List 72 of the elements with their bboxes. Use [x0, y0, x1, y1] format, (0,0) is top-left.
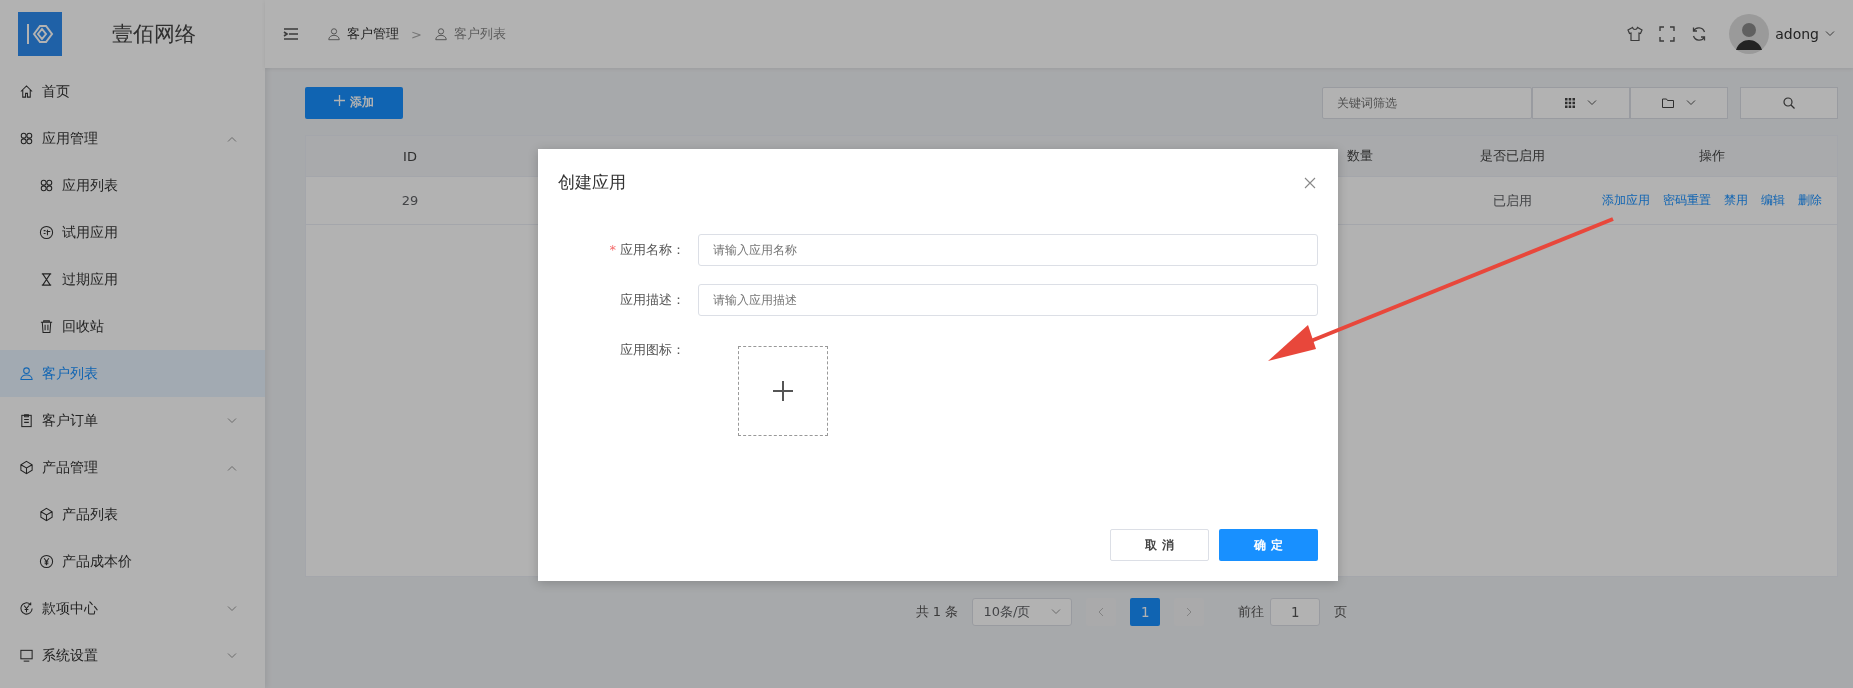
- trial-icon: [39, 225, 54, 240]
- shirt-icon[interactable]: [1627, 26, 1644, 42]
- column-header: 操作: [1698, 147, 1726, 165]
- cube-icon: [19, 460, 34, 475]
- sidebar-item[interactable]: 产品成本价: [0, 538, 265, 585]
- brand-name: 壹佰网络: [112, 21, 196, 48]
- column-header: 是否已启用: [1478, 147, 1546, 165]
- sidebar-item[interactable]: 应用列表: [0, 162, 265, 209]
- close-icon[interactable]: [1304, 176, 1316, 189]
- fullscreen-icon[interactable]: [1659, 26, 1676, 42]
- caret-icon: [1051, 609, 1061, 615]
- upload-area[interactable]: [738, 346, 828, 436]
- page-suffix: 页: [1334, 603, 1348, 621]
- chevron-left-icon: [1098, 607, 1105, 617]
- breadcrumb-item: 客户列表: [453, 25, 506, 43]
- search-field[interactable]: 关键词筛选: [1322, 86, 1532, 119]
- page-size-select[interactable]: 10条/页: [972, 598, 1073, 626]
- search-icon: [1783, 96, 1795, 109]
- field-label: 应用名称：: [620, 242, 685, 257]
- caret-icon: [1587, 99, 1597, 106]
- trash-icon: [39, 319, 54, 334]
- sidebar-item[interactable]: 首页: [0, 68, 265, 115]
- plus-icon: [773, 381, 793, 401]
- cube-icon: [39, 507, 54, 522]
- table-cell-text: 已启用: [1491, 191, 1533, 210]
- caret-icon: [1686, 99, 1696, 106]
- sidebar-item[interactable]: 试用应用: [0, 209, 265, 256]
- yencycle-icon: [19, 601, 34, 616]
- apps-icon: [19, 131, 34, 146]
- menu-icon[interactable]: [283, 27, 299, 41]
- input-field[interactable]: 请输入应用描述: [698, 284, 1318, 316]
- user-icon: [327, 27, 341, 41]
- sidebar-item[interactable]: 产品管理: [0, 444, 265, 491]
- caret-icon: [1825, 31, 1835, 37]
- user-icon: [19, 366, 34, 381]
- folder-icon: [1662, 97, 1674, 108]
- plus-icon: [334, 95, 346, 106]
- hourglass-icon: [39, 272, 54, 287]
- required-asterisk: *: [609, 242, 616, 257]
- clipboard-icon: [19, 413, 34, 428]
- user-icon: [433, 27, 448, 41]
- apps-icon: [39, 178, 54, 193]
- grid-icon: [1565, 97, 1575, 108]
- column-header: 数量: [1346, 147, 1374, 165]
- sidebar-item[interactable]: 款项中心: [0, 585, 265, 632]
- sidebar-item[interactable]: 客户订单: [0, 397, 265, 444]
- chevron-right-icon: [1186, 607, 1193, 617]
- sidebar-item[interactable]: 过期应用: [0, 256, 265, 303]
- breadcrumb-separator: >: [411, 26, 422, 42]
- sidebar-item[interactable]: 回收站: [0, 303, 265, 350]
- breadcrumb-item[interactable]: 客户管理: [347, 25, 399, 43]
- yen-icon: [39, 554, 54, 569]
- logo-icon: [18, 12, 62, 56]
- monitor-icon: [19, 648, 34, 663]
- avatar-icon[interactable]: [1729, 14, 1770, 54]
- sidebar-item[interactable]: 应用管理: [0, 115, 265, 162]
- cancel-button[interactable]: 取 消: [1110, 529, 1209, 561]
- columns-dropdown[interactable]: [1532, 86, 1630, 119]
- dialog-title: 创建应用: [558, 171, 626, 194]
- user-name[interactable]: adong: [1775, 26, 1819, 42]
- total-count: 共 1 条: [915, 603, 959, 621]
- field-label: 应用描述：: [620, 292, 685, 307]
- sidebar-item[interactable]: 系统设置: [0, 632, 265, 679]
- table-cell-text: 29: [400, 192, 420, 210]
- field-label: 应用图标：: [620, 342, 685, 357]
- column-header: ID: [402, 147, 418, 166]
- home-icon: [19, 84, 34, 99]
- sidebar-item[interactable]: 产品列表: [0, 491, 265, 538]
- input-field[interactable]: 请输入应用名称: [698, 234, 1318, 266]
- goto-label: 前往: [1238, 603, 1265, 621]
- goto-page-field[interactable]: 1: [1270, 598, 1321, 626]
- refresh-icon[interactable]: [1691, 26, 1708, 42]
